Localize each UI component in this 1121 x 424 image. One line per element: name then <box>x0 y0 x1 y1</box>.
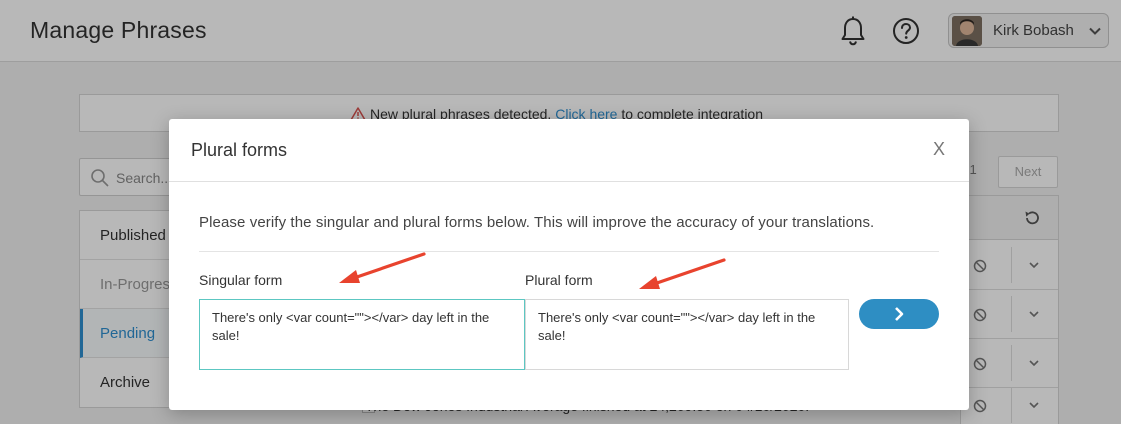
dialog-description: Please verify the singular and plural fo… <box>199 214 875 231</box>
singular-form-label: Singular form <box>199 272 283 288</box>
plural-forms-dialog: Plural forms X Please verify the singula… <box>169 119 969 410</box>
dialog-title: Plural forms <box>191 140 288 160</box>
plural-form-field[interactable]: There's only <var count=""></var> day le… <box>525 299 849 370</box>
plural-form-label: Plural form <box>525 272 593 288</box>
dialog-header: Plural forms X <box>169 119 969 182</box>
close-button[interactable]: X <box>933 139 945 160</box>
annotation-arrow <box>639 258 726 289</box>
chevron-right-icon <box>895 307 904 321</box>
submit-button[interactable] <box>859 299 939 329</box>
divider <box>199 251 939 252</box>
annotation-arrow <box>339 252 426 283</box>
singular-form-field[interactable]: There's only <var count=""></var> day le… <box>199 299 525 370</box>
